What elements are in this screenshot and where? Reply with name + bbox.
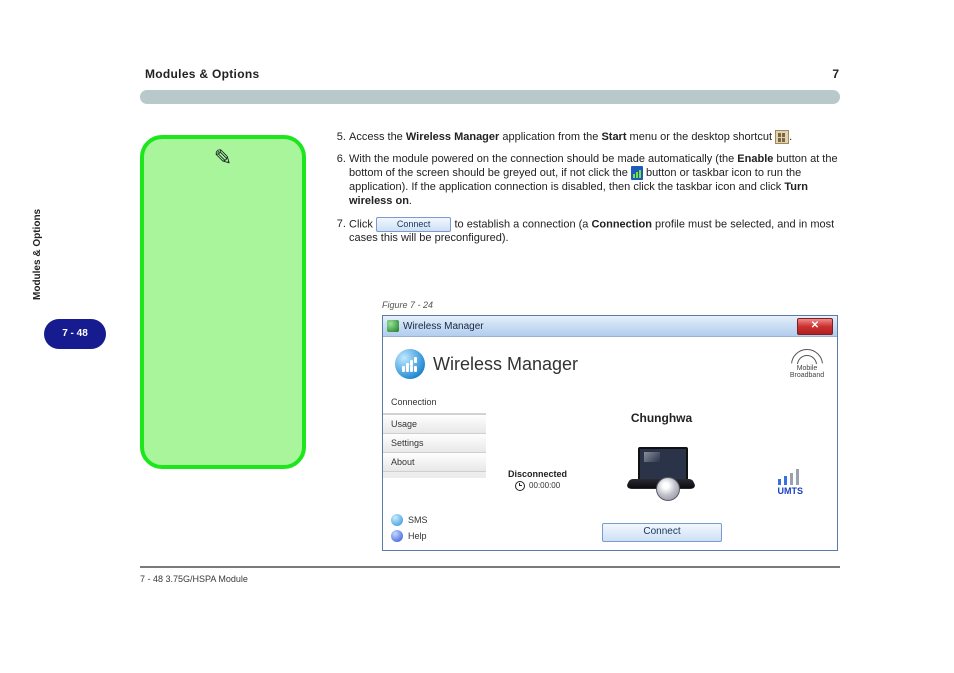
broadband-arc-icon [789, 349, 825, 365]
note-box: ✎ [140, 135, 306, 469]
sms-icon [391, 514, 403, 526]
status-block: Disconnected 00:00:00 [508, 469, 567, 491]
signal-logo-icon [395, 349, 425, 379]
desktop-shortcut-icon [775, 130, 789, 144]
header-left: Modules & Options [145, 67, 845, 81]
instruction-item: With the module powered on the connectio… [349, 153, 841, 209]
connect-button-inline: Connect [376, 217, 452, 232]
figure-caption: Figure 7 - 24 [382, 300, 433, 310]
connect-button[interactable]: Connect [602, 523, 722, 542]
side-section-label: Modules & Options [32, 209, 43, 300]
app-header: Wireless Manager Mobile Broadband [383, 337, 837, 392]
carrier-name: Chunghwa [486, 411, 837, 425]
mobile-broadband-badge: Mobile Broadband [789, 349, 825, 379]
help-link[interactable]: Help [383, 528, 486, 544]
signal-bars-icon [778, 469, 802, 485]
laptop-icon [626, 447, 696, 497]
clock-icon [515, 481, 525, 491]
title-bar: Wireless Manager ✕ [383, 316, 837, 337]
wireless-manager-taskbar-icon [631, 166, 643, 180]
tab-about[interactable]: About [383, 453, 486, 472]
close-button[interactable]: ✕ [797, 318, 833, 335]
tab-connection[interactable]: Connection [383, 391, 486, 414]
clock-value: 00:00:00 [508, 481, 567, 491]
network-type: UMTS [778, 469, 804, 496]
footer-divider [140, 566, 840, 568]
header-right: 7 [832, 67, 839, 81]
wireless-manager-window: Wireless Manager ✕ Wireless Manager Mobi… [382, 315, 838, 551]
tab-settings[interactable]: Settings [383, 434, 486, 453]
tab-usage[interactable]: Usage [383, 414, 486, 434]
app-icon [387, 320, 399, 332]
sms-link[interactable]: SMS [383, 512, 486, 528]
instruction-item: Click Connect to establish a connection … [349, 217, 841, 246]
window-title: Wireless Manager [403, 321, 484, 332]
help-icon [391, 530, 403, 542]
connection-panel: Chunghwa Disconnected 00:00:00 UMTS Conn… [486, 391, 837, 550]
header-divider [140, 90, 840, 104]
page-number-badge: 7 - 48 [44, 319, 106, 349]
side-tabs: Connection Usage Settings About SMS Help [383, 391, 487, 550]
instruction-item: Access the Wireless Manager application … [349, 130, 841, 145]
app-title: Wireless Manager [433, 354, 578, 375]
status-text: Disconnected [508, 469, 567, 479]
page-footer: 7 - 48 3.75G/HSPA Module [140, 574, 840, 584]
instruction-list: Access the Wireless Manager application … [335, 130, 841, 254]
pen-icon: ✎ [144, 145, 302, 171]
